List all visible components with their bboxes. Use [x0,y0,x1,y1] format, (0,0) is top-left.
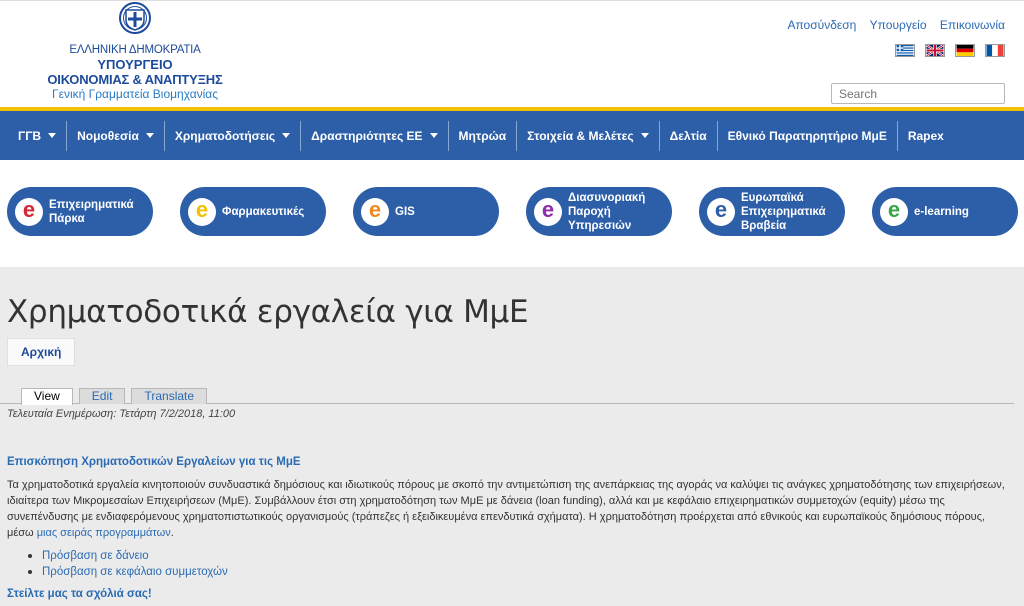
nav-item-bulletins[interactable]: Δελτία [660,120,718,151]
feedback-heading[interactable]: Στείλτε μας τα σχόλιά σας! [7,588,152,600]
nav-label: Rapex [907,128,944,143]
page-title: Χρηματοδοτικά εργαλεία για ΜμΕ [7,294,529,330]
equity-access-link[interactable]: Πρόσβαση σε κεφάλαιο συμμετοχών [42,566,228,578]
e-service-icon: e [707,197,735,226]
site-header: ΕΛΛΗΝΙΚΗ ΔΗΜΟΚΡΑΤΙΑ ΥΠΟΥΡΓΕΙΟ ΟΙΚΟΝΟΜΙΑΣ… [0,0,1024,108]
logout-link[interactable]: Αποσύνδεση [787,18,856,32]
e-service-icon: e [15,197,43,226]
paragraph-end: . [170,527,174,539]
e-service-icon: e [188,197,216,226]
logo-line-4: Γενική Γραμματεία Βιομηχανίας [51,87,219,101]
nav-label: ΓΓΒ [18,128,42,143]
top-links: Αποσύνδεση Υπουργείο Επικοινωνία [777,18,1005,32]
breadcrumb-home[interactable]: Αρχική [7,338,76,366]
list-item: Πρόσβαση σε κεφάλαιο συμμετοχών [26,564,228,580]
main-nav: ΓΓΒ Νομοθεσία Χρηματοδοτήσεις Δραστηριότ… [0,111,1024,160]
nav-label: Μητρώα [458,128,507,143]
uk-flag-icon[interactable] [925,44,945,57]
nav-label: Νομοθεσία [77,128,139,143]
logo-line-3: ΟΙΚΟΝΟΜΙΑΣ & ΑΝΑΠΤΥΞΗΣ [47,72,223,87]
nav-item-studies[interactable]: Στοιχεία & Μελέτες [517,120,660,151]
nav-item-sme-observatory[interactable]: Εθνικό Παρατηρητήριο ΜμΕ [718,120,898,151]
chevron-down-icon [429,133,438,138]
tab-edit[interactable]: Edit [78,388,126,404]
service-label: Διασυνοριακή Παροχή Υπηρεσιών [568,191,646,232]
nav-label: Δελτία [669,128,707,143]
greek-flag-icon[interactable] [895,44,915,57]
tab-translate[interactable]: Translate [131,388,208,404]
ministry-logo[interactable]: ΕΛΛΗΝΙΚΗ ΔΗΜΟΚΡΑΤΙΑ ΥΠΟΥΡΓΕΙΟ ΟΙΚΟΝΟΜΙΑΣ… [30,1,240,106]
nav-label: Χρηματοδοτήσεις [174,128,276,143]
nav-label: Δραστηριότητες ΕΕ [311,128,423,143]
search-input[interactable] [831,83,1005,104]
e-service-icon: e [361,197,389,226]
logo-line-1: ΕΛΛΗΝΙΚΗ ΔΗΜΟΚΡΑΤΙΑ [69,44,201,56]
e-service-icon: e [880,197,908,226]
chevron-down-icon [48,133,57,138]
intro-paragraph: Τα χρηματοδοτικά εργαλεία κινητοποιούν σ… [7,477,1007,541]
service-business-parks-button[interactable]: e Επιχειρηματικά Πάρκα [7,187,153,236]
chevron-down-icon [640,133,649,138]
french-flag-icon[interactable] [985,44,1005,57]
service-label: Ευρωπαϊκά Επιχειρηματικά Βραβεία [741,191,826,232]
contact-link[interactable]: Επικοινωνία [940,18,1005,32]
greek-emblem-icon [119,2,151,34]
service-gis-button[interactable]: e GIS [353,187,499,236]
content-tabs: View Edit Translate [0,386,1014,405]
nav-item-eu-activities[interactable]: Δραστηριότητες ΕΕ [301,120,449,151]
tab-view[interactable]: View [21,388,73,405]
ministry-link[interactable]: Υπουργείο [870,18,927,32]
service-label: Φαρμακευτικές [222,205,305,218]
e-service-icon: e [534,197,562,226]
service-elearning-button[interactable]: e e-learning [872,187,1018,236]
service-label: e-learning [914,205,969,218]
programmes-link[interactable]: μιας σειράς προγραμμάτων [37,527,171,539]
logo-line-2: ΥΠΟΥΡΓΕΙΟ [97,57,173,72]
service-pharmaceuticals-button[interactable]: e Φαρμακευτικές [180,187,326,236]
nav-item-ggb[interactable]: ΓΓΒ [8,120,68,151]
last-updated: Τελευταία Ενημέρωση: Τετάρτη 7/2/2018, 1… [7,408,236,420]
chevron-down-icon [145,133,154,138]
service-label: Επιχειρηματικά Πάρκα [49,198,134,225]
service-cross-border-button[interactable]: e Διασυνοριακή Παροχή Υπηρεσιών [526,187,672,236]
list-item: Πρόσβαση σε δάνειο [26,548,228,564]
language-flags [895,44,1005,57]
german-flag-icon[interactable] [955,44,975,57]
section-title: Επισκόπηση Χρηματοδοτικών Εργαλείων για … [7,456,301,468]
loan-access-link[interactable]: Πρόσβαση σε δάνειο [42,550,149,562]
chevron-down-icon [282,133,291,138]
nav-label: Εθνικό Παρατηρητήριο ΜμΕ [727,128,887,143]
access-links: Πρόσβαση σε δάνειο Πρόσβαση σε κεφάλαιο … [26,548,228,580]
nav-item-rapex[interactable]: Rapex [898,121,954,151]
nav-label: Στοιχεία & Μελέτες [527,128,634,143]
nav-item-registries[interactable]: Μητρώα [449,120,518,151]
service-eu-awards-button[interactable]: e Ευρωπαϊκά Επιχειρηματικά Βραβεία [699,187,845,236]
nav-item-funding[interactable]: Χρηματοδοτήσεις [165,120,302,151]
service-buttons: e Επιχειρηματικά Πάρκα e Φαρμακευτικές e… [0,160,1024,267]
service-label: GIS [395,205,415,218]
main-content: Χρηματοδοτικά εργαλεία για ΜμΕ Αρχική Vi… [0,267,1024,606]
nav-item-legislation[interactable]: Νομοθεσία [67,120,165,151]
